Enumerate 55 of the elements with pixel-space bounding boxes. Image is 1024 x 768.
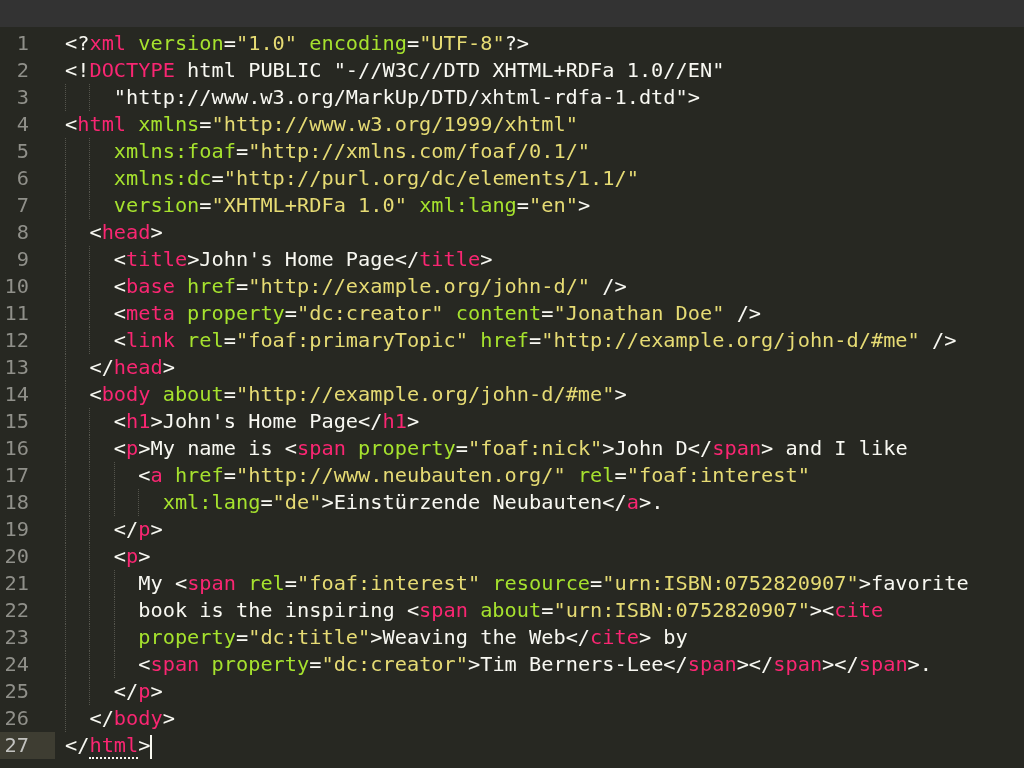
code-line: book is the inspiring <span about="urn:ISBN:0752820907"><cite bbox=[137, 598, 884, 622]
line-number: 13 bbox=[3, 354, 30, 381]
code-line: "http://www.w3.org/MarkUp/DTD/xhtml-rdfa-1.dtd"> bbox=[112, 85, 700, 109]
code-line: <span property="dc:creator">Tim Berners-Lee</span></span></span>. bbox=[137, 652, 932, 676]
code-line: <?xml version="1.0" encoding="UTF-8"?> bbox=[65, 31, 530, 55]
line-number: 26 bbox=[3, 705, 30, 732]
code-line: </p> bbox=[112, 679, 163, 703]
code-line: xmlns:foaf="http://xmlns.com/foaf/0.1/" bbox=[112, 139, 591, 163]
line-number: 14 bbox=[3, 381, 30, 408]
code-line: </head> bbox=[88, 355, 175, 379]
line-number: 19 bbox=[3, 516, 30, 543]
code-line: <p> bbox=[112, 544, 151, 568]
line-number: 15 bbox=[3, 408, 30, 435]
line-number: 2 bbox=[15, 57, 30, 84]
line-number: 25 bbox=[3, 678, 30, 705]
line-number: 6 bbox=[15, 165, 30, 192]
code-line: xml:lang="de">Einstürzende Neubauten</a>. bbox=[161, 490, 664, 514]
text-cursor bbox=[150, 734, 153, 759]
code-line: <body about="http://example.org/john-d/#me"> bbox=[88, 382, 627, 406]
code-line: property="dc:title">Weaving the Web</cite> by bbox=[137, 625, 688, 649]
line-number: 5 bbox=[15, 138, 30, 165]
code-line: <base href="http://example.org/john-d/" /> bbox=[112, 274, 627, 298]
line-number: 20 bbox=[3, 543, 30, 570]
code-line: <head> bbox=[88, 220, 163, 244]
code-line: <meta property="dc:creator" content="Jonathan Doe" /> bbox=[112, 301, 762, 325]
code-line: <title>John's Home Page</title> bbox=[112, 247, 493, 271]
code-line: </p> bbox=[112, 517, 163, 541]
line-number: 16 bbox=[3, 435, 30, 462]
code-line: <h1>John's Home Page</h1> bbox=[112, 409, 420, 433]
line-number: 18 bbox=[3, 489, 30, 516]
line-number: 21 bbox=[3, 570, 30, 597]
code-line: version="XHTML+RDFa 1.0" xml:lang="en"> bbox=[112, 193, 591, 217]
code-line: <html xmlns="http://www.w3.org/1999/xhtml" bbox=[65, 112, 578, 136]
code-line: xmlns:dc="http://purl.org/dc/elements/1.1/" bbox=[112, 166, 639, 190]
code-line: <a href="http://www.neubauten.org/" rel="foaf:interest" bbox=[137, 463, 810, 487]
line-number: 10 bbox=[3, 273, 30, 300]
line-number: 9 bbox=[15, 246, 30, 273]
line-number: 11 bbox=[3, 300, 30, 327]
line-number: 8 bbox=[15, 219, 30, 246]
line-number: 27 bbox=[0, 732, 55, 759]
line-number: 1 bbox=[15, 30, 30, 57]
code-line: <p>My name is <span property="foaf:nick">John D</span> and I like bbox=[112, 436, 908, 460]
line-number: 17 bbox=[3, 462, 30, 489]
line-number: 24 bbox=[3, 651, 30, 678]
code-line: </body> bbox=[88, 706, 175, 730]
line-number: 4 bbox=[15, 111, 30, 138]
line-number: 3 bbox=[15, 84, 30, 111]
line-number: 22 bbox=[3, 597, 30, 624]
line-number: 23 bbox=[3, 624, 30, 651]
line-number: 7 bbox=[15, 192, 30, 219]
code-line: My <span rel="foaf:interest" resource="urn:ISBN:0752820907">favorite bbox=[137, 571, 969, 595]
code-line: <!DOCTYPE html PUBLIC "-//W3C//DTD XHTML+RDFa 1.0//EN" bbox=[65, 58, 725, 82]
code-line: </html> bbox=[65, 733, 151, 757]
line-number: 12 bbox=[3, 327, 30, 354]
code-line: <link rel="foaf:primaryTopic" href="http://example.org/john-d/#me" /> bbox=[112, 328, 957, 352]
